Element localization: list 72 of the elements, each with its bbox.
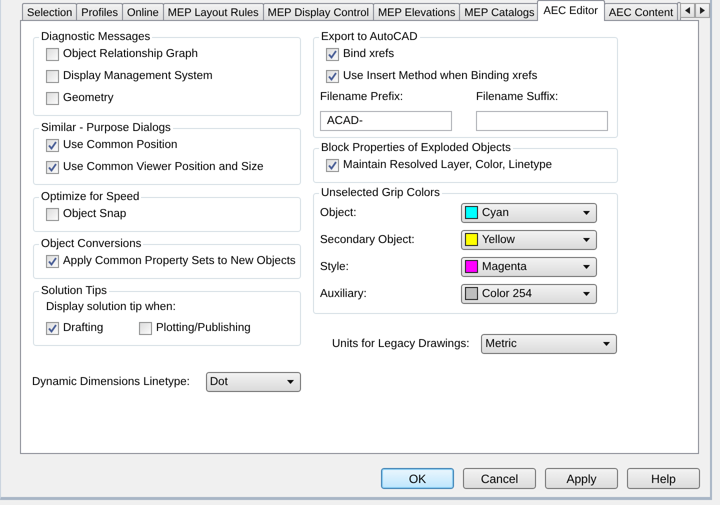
left-arrow-icon	[685, 7, 690, 14]
checkbox-label: Apply Common Property Sets to New Objects	[63, 255, 296, 267]
caption-text: Display solution tip when:	[46, 300, 177, 315]
group-title: Diagnostic Messages	[40, 31, 152, 43]
group-title: Similar - Purpose Dialogs	[40, 122, 172, 134]
checkbox[interactable]	[46, 208, 59, 220]
field-label: Style:	[320, 260, 350, 272]
checkbox[interactable]	[139, 322, 152, 334]
caret-icon	[583, 264, 590, 268]
color-dropdown[interactable]: Yellow	[461, 230, 597, 250]
tab[interactable]: Online	[122, 3, 164, 21]
checkbox-label: Object Relationship Graph	[63, 48, 198, 60]
checkbox-label: Use Common Position	[63, 139, 178, 151]
checkbox[interactable]	[46, 48, 59, 60]
group-title: Unselected Grip Colors	[320, 187, 441, 199]
tab[interactable]: MEP Elevations	[372, 3, 460, 21]
field-label: Filename Suffix:	[476, 91, 560, 103]
checkbox[interactable]	[46, 92, 59, 104]
checkbox-label: Bind xrefs	[343, 48, 394, 60]
dialog-button[interactable]: Apply	[545, 468, 618, 489]
text-field[interactable]: ACAD-	[320, 111, 452, 131]
checkbox-label: Geometry	[63, 92, 114, 104]
checkbox[interactable]	[46, 322, 59, 334]
group-title: Optimize for Speed	[40, 191, 140, 203]
checkbox[interactable]	[46, 138, 59, 152]
group-title: Export to AutoCAD	[320, 31, 419, 43]
checkbox[interactable]	[46, 70, 59, 82]
color-dropdown[interactable]: Cyan	[461, 202, 597, 222]
tab[interactable]: Profiles	[76, 3, 123, 21]
color-dropdown[interactable]: Magenta	[461, 256, 597, 276]
field-label: Secondary Object:	[320, 234, 416, 246]
color-dropdown[interactable]: Color 254	[461, 284, 597, 304]
scroll-right-button[interactable]	[695, 3, 710, 18]
tab[interactable]: AEC Editor	[536, 0, 605, 21]
text-field[interactable]	[476, 111, 608, 131]
checkbox[interactable]	[46, 254, 59, 268]
checkbox[interactable]	[326, 70, 339, 82]
group-title: Solution Tips	[40, 285, 108, 297]
tab[interactable]: MEP Layout Rules	[162, 3, 264, 21]
field-label: Units for Legacy Drawings:	[332, 338, 470, 350]
checkbox-label: Object Snap	[63, 208, 126, 220]
tab[interactable]: MEP Catalogs	[459, 3, 540, 21]
field-label: Object:	[320, 206, 358, 218]
checkbox-label: Maintain Resolved Layer, Color, Linetype	[343, 159, 552, 171]
dialog-button[interactable]: OK	[381, 468, 454, 489]
field-label: Auxiliary:	[320, 288, 368, 300]
caret-icon	[583, 238, 590, 242]
dropdown[interactable]: Dot	[206, 372, 301, 392]
dropdown[interactable]: Metric	[481, 334, 618, 354]
tab[interactable]: AEC Content	[604, 3, 678, 21]
dialog-button[interactable]: Help	[627, 468, 700, 489]
caret-icon	[603, 342, 610, 346]
tab[interactable]: MEP Display Control	[262, 3, 374, 21]
caret-icon	[583, 292, 590, 296]
checkbox-label: Drafting	[63, 322, 104, 334]
field-label: Dynamic Dimensions Linetype:	[32, 376, 190, 388]
checkbox[interactable]	[46, 160, 59, 174]
dialog-button[interactable]: Cancel	[463, 468, 536, 489]
checkbox-label: Use Insert Method when Binding xrefs	[343, 70, 538, 82]
caret-icon	[287, 380, 294, 384]
tab[interactable]: Selection	[22, 3, 78, 21]
checkbox[interactable]	[326, 48, 339, 60]
checkbox-label: Plotting/Publishing	[156, 322, 251, 334]
group-title: Block Properties of Exploded Objects	[320, 142, 512, 154]
group-title: Object Conversions	[40, 238, 142, 250]
scroll-left-button[interactable]	[680, 3, 695, 18]
checkbox-label: Display Management System	[63, 70, 213, 82]
checkbox[interactable]	[326, 158, 339, 172]
field-label: Filename Prefix:	[320, 91, 404, 103]
right-arrow-icon	[700, 7, 705, 14]
checkbox-label: Use Common Viewer Position and Size	[63, 161, 264, 173]
caret-icon	[583, 210, 590, 214]
